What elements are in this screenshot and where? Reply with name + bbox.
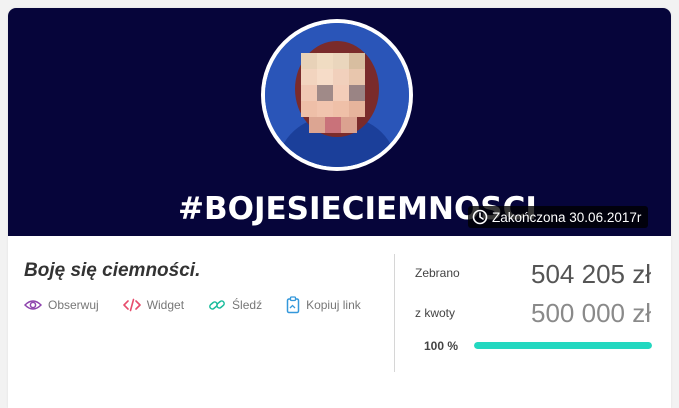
clipboard-icon bbox=[286, 296, 300, 314]
copy-link-button[interactable]: Kopiuj link bbox=[286, 296, 361, 314]
track-label: Śledź bbox=[232, 298, 263, 312]
widget-button[interactable]: Widget bbox=[122, 298, 185, 312]
campaign-title: Boję się ciemności. bbox=[24, 260, 201, 281]
raised-amount: 504 205 zł bbox=[531, 259, 651, 289]
status-text: Zakończona 30.06.2017r bbox=[492, 209, 642, 225]
follow-button[interactable]: Obserwuj bbox=[24, 298, 99, 312]
goal-amount: 500 000 zł bbox=[531, 298, 651, 328]
progress-fill bbox=[474, 342, 652, 349]
track-button[interactable]: Śledź bbox=[208, 297, 262, 313]
avatar-ring bbox=[261, 19, 413, 171]
code-icon bbox=[122, 298, 141, 312]
copy-link-label: Kopiuj link bbox=[306, 298, 361, 312]
avatar-photo bbox=[265, 23, 409, 167]
avatar bbox=[265, 23, 409, 167]
status-badge: Zakończona 30.06.2017r bbox=[468, 206, 649, 228]
campaign-banner: #BOJESIECIEMNOSCI Zakończona 30.06.2017r bbox=[8, 8, 671, 236]
progress-percent: 100 % bbox=[424, 339, 459, 353]
eye-icon bbox=[24, 300, 42, 310]
widget-label: Widget bbox=[146, 298, 185, 312]
link-icon bbox=[209, 300, 225, 310]
goal-label: z kwoty bbox=[415, 306, 456, 320]
clock-icon bbox=[472, 209, 488, 225]
campaign-card: #BOJESIECIEMNOSCI Zakończona 30.06.2017r… bbox=[8, 8, 671, 408]
follow-label: Obserwuj bbox=[48, 298, 99, 312]
raised-label: Zebrano bbox=[415, 266, 460, 280]
action-bar: Obserwuj Widget Śledź Kopiuj link bbox=[24, 296, 385, 314]
progress-bar bbox=[474, 342, 652, 349]
stats-divider bbox=[394, 254, 395, 372]
